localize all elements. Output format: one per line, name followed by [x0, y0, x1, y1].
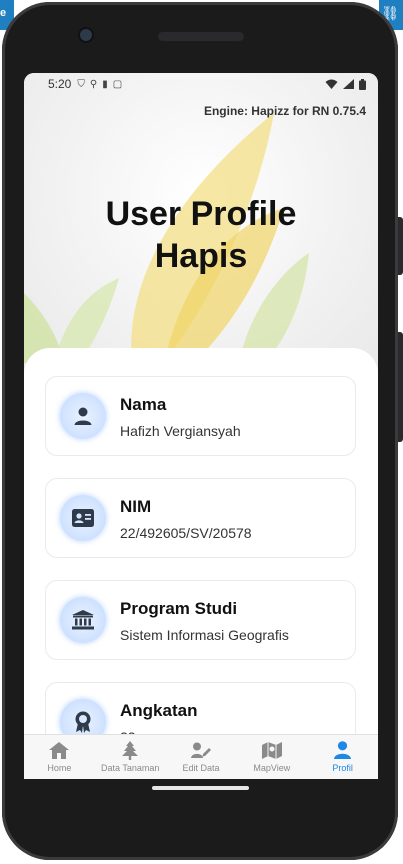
profile-label: NIM [120, 497, 152, 516]
institution-icon [60, 597, 106, 643]
tab-label: Profil [332, 763, 353, 773]
tab-label: Home [47, 763, 72, 773]
sd-card-icon: ▮ [102, 78, 108, 90]
status-bar: 5:20 ⛉ ⚲ ▮ ▢ [24, 73, 378, 95]
engine-label: Engine: Hapizz for RN 0.75.4 [203, 104, 366, 118]
home-icon [49, 741, 70, 759]
title-line-2: Hapis [154, 237, 248, 275]
id-card-icon [60, 495, 106, 541]
tab-data-tanaman[interactable]: Data Tanaman [95, 735, 166, 779]
tab-label: MapView [253, 763, 291, 773]
user-icon [334, 741, 352, 759]
shield-icon: ⛉ [77, 78, 85, 90]
title-line-1: User Profile [105, 195, 297, 233]
tab-mapview[interactable]: MapView [236, 735, 307, 779]
tab-label: Data Tanaman [101, 763, 160, 773]
profile-card-nim: NIM 22/492605/SV/20578 [45, 478, 356, 558]
profile-value: Hafizh Vergiansyah [120, 423, 241, 439]
tree-icon [122, 740, 139, 760]
earpiece-speaker [158, 32, 244, 41]
power-button[interactable] [398, 332, 403, 442]
profile-label: Program Studi [120, 599, 238, 618]
person-icon [60, 393, 106, 439]
status-time: 5:20 [48, 77, 72, 91]
home-indicator[interactable] [152, 786, 249, 790]
wifi-icon [325, 79, 338, 89]
screenshot-icon: ▢ [112, 78, 123, 90]
tab-edit-data[interactable]: Edit Data [166, 735, 237, 779]
page-title: User Profile Hapis [24, 193, 378, 277]
app-screen: 5:20 ⛉ ⚲ ▮ ▢ Engine: Hapizz for RN 0.75.… [24, 73, 378, 779]
profile-value: 22/492605/SV/20578 [120, 525, 252, 541]
front-camera-icon [80, 29, 92, 41]
emulator-window: e ⛓ 5:20 ⛉ ⚲ ▮ ▢ Engine: Hapizz for RN 0… [0, 0, 403, 864]
volume-button[interactable] [398, 217, 403, 275]
profile-label: Angkatan [120, 701, 198, 720]
tab-profil[interactable]: Profil [307, 735, 378, 779]
tab-label: Edit Data [182, 763, 220, 773]
profile-card-nama: Nama Hafizh Vergiansyah [45, 376, 356, 456]
user-edit-icon [190, 741, 211, 759]
signal-icon [343, 79, 354, 89]
map-icon [261, 741, 282, 759]
battery-icon [359, 78, 366, 90]
profile-sheet[interactable]: Nama Hafizh Vergiansyah NIM 22/492605/SV… [24, 348, 378, 748]
tab-home[interactable]: Home [24, 735, 95, 779]
bottom-tab-bar: Home Data Tanaman Edit Data MapView Prof… [24, 734, 378, 779]
profile-label: Nama [120, 395, 167, 414]
profile-card-program-studi: Program Studi Sistem Informasi Geografis [45, 580, 356, 660]
profile-value: Sistem Informasi Geografis [120, 627, 289, 643]
usb-icon: ⚲ [89, 78, 98, 90]
phone-frame: 5:20 ⛉ ⚲ ▮ ▢ Engine: Hapizz for RN 0.75.… [2, 2, 403, 860]
